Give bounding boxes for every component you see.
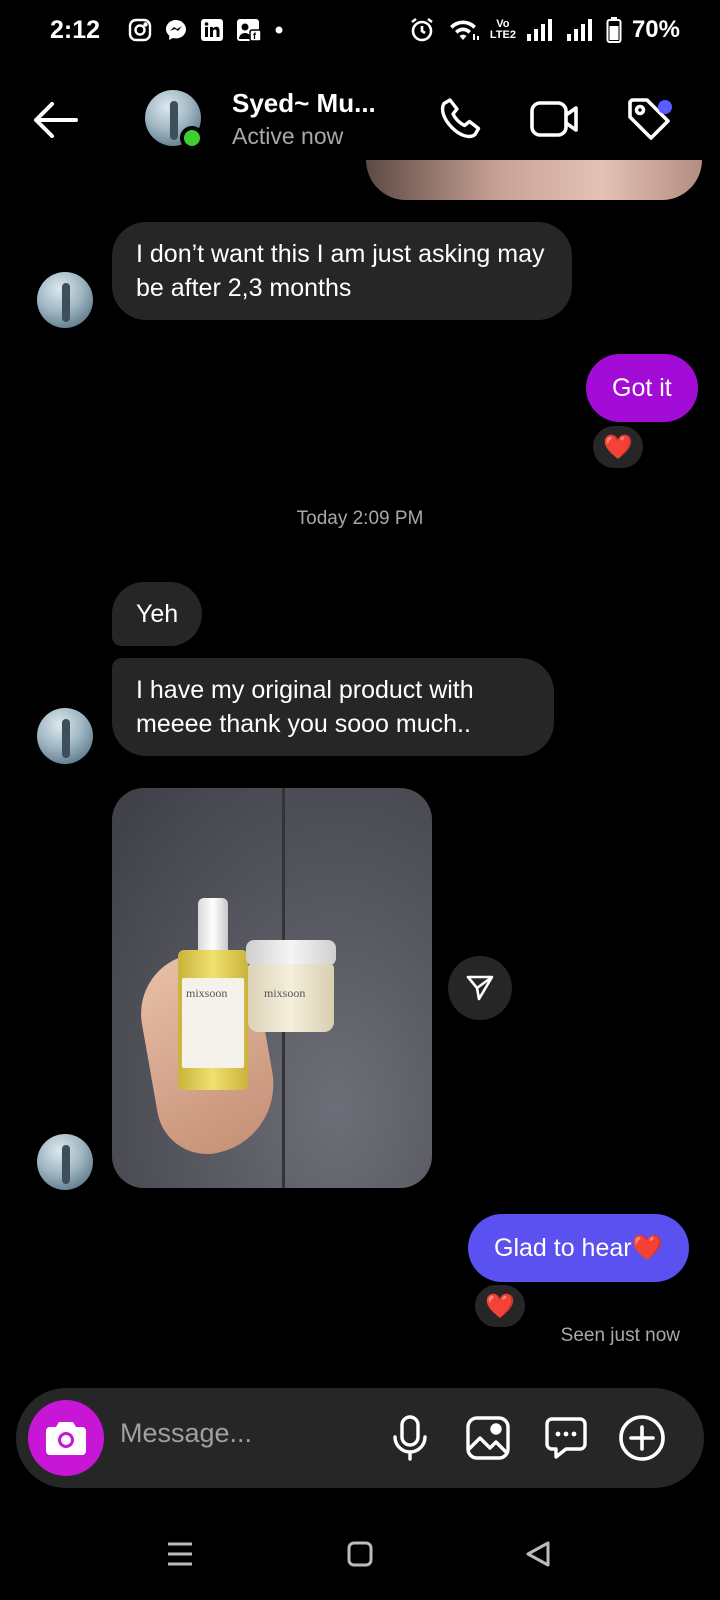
chat-timestamp: Today 2:09 PM	[296, 508, 424, 529]
wifi-icon	[449, 20, 479, 40]
back-button[interactable]	[30, 98, 80, 142]
camera-icon	[46, 1422, 86, 1455]
phone-icon	[440, 98, 481, 139]
battery-percent: 70%	[631, 16, 680, 43]
microphone-icon	[393, 1415, 427, 1461]
back-nav-button[interactable]	[518, 1534, 558, 1574]
messenger-icon	[166, 20, 186, 40]
send-icon	[466, 975, 494, 1001]
volte-icon: Vo LTE2	[489, 18, 516, 41]
voice-call-button[interactable]	[436, 94, 486, 144]
video-call-button[interactable]	[530, 94, 580, 144]
arrow-left-icon	[34, 102, 78, 138]
sender-avatar[interactable]	[37, 272, 93, 328]
stickers-button[interactable]	[538, 1410, 594, 1466]
notification-dot	[658, 100, 672, 114]
sender-avatar[interactable]	[37, 708, 93, 764]
incoming-message[interactable]: I don’t want this I am just asking may b…	[112, 222, 572, 320]
jar-brand-text: mixsoon	[264, 986, 306, 1000]
contact-name[interactable]: Syed~ Mu...	[232, 88, 376, 119]
sender-avatar[interactable]	[37, 1134, 93, 1190]
seen-status: Seen just now	[560, 1325, 680, 1346]
battery-icon	[606, 17, 622, 43]
linkedin-icon	[201, 19, 223, 41]
status-bar: 2:12 f Vo LTE2 70%	[0, 0, 720, 66]
video-camera-icon	[530, 101, 578, 137]
image-icon	[466, 1416, 510, 1460]
gallery-button[interactable]	[460, 1410, 516, 1466]
message-input[interactable]: Message...	[120, 1418, 252, 1449]
signal-icon	[526, 19, 552, 41]
outgoing-message[interactable]: Got it	[586, 354, 698, 422]
incoming-message[interactable]: I have my original product with meeee th…	[112, 658, 554, 756]
home-button[interactable]	[340, 1534, 380, 1574]
previous-photo-message[interactable]	[366, 160, 702, 200]
facebook-ads-icon: f	[237, 19, 262, 42]
camera-button[interactable]	[28, 1400, 104, 1476]
system-nav-bar	[0, 1510, 720, 1600]
voice-message-button[interactable]	[382, 1410, 438, 1466]
cream-jar-image: mixsoon	[246, 940, 336, 1035]
recents-button[interactable]	[160, 1534, 200, 1574]
signal-icon	[566, 19, 592, 41]
incoming-message[interactable]: Yeh	[112, 582, 203, 646]
outgoing-message[interactable]: Glad to hear❤️	[468, 1214, 689, 1282]
menu-icon	[168, 1542, 192, 1566]
alarm-icon	[411, 17, 433, 42]
online-indicator	[180, 126, 204, 150]
bottle-brand-text: mixsoon	[186, 986, 228, 1000]
active-status: Active now	[232, 123, 344, 149]
chat-bubble-icon	[545, 1417, 587, 1459]
more-options-button[interactable]	[614, 1410, 670, 1466]
tag-button[interactable]	[624, 94, 674, 144]
system-icons: Vo LTE2 70%	[408, 16, 680, 44]
triangle-back-icon	[526, 1541, 550, 1567]
dot-icon	[275, 26, 283, 34]
serum-bottle-image: mixsoon	[178, 898, 248, 1090]
share-button[interactable]	[448, 956, 512, 1020]
chat-header: Syed~ Mu... Active now	[0, 80, 720, 160]
status-time: 2:12	[50, 16, 101, 44]
instagram-icon	[128, 18, 152, 42]
photo-message[interactable]: mixsoon mixsoon	[112, 788, 432, 1188]
message-composer: Message...	[16, 1388, 704, 1488]
heart-reaction[interactable]: ❤️	[472, 1282, 528, 1330]
square-icon	[347, 1541, 373, 1567]
plus-circle-icon	[619, 1415, 665, 1461]
notification-icons: f	[128, 18, 284, 42]
heart-reaction[interactable]: ❤️	[590, 423, 646, 471]
